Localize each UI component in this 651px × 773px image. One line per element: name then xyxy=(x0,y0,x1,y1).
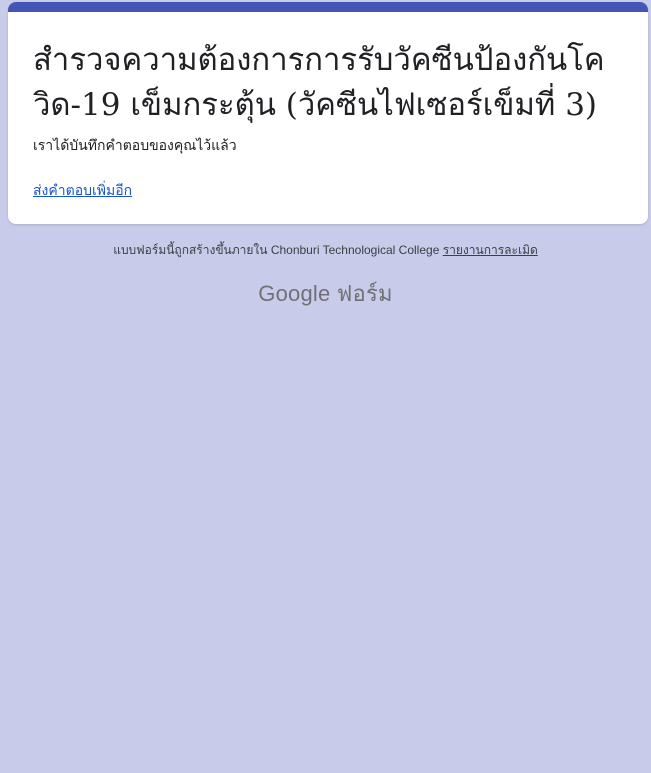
submit-another-response-link[interactable]: ส่งคำตอบเพิ่มอีก xyxy=(33,180,132,202)
card-accent-bar xyxy=(8,2,648,12)
brand-forms: ฟอร์ม xyxy=(336,281,393,306)
form-title: สำรวจความต้องการการรับวัคซีนป้องกันโควิด… xyxy=(33,42,605,123)
report-abuse-link[interactable]: รายงานการละเมิด xyxy=(443,243,538,257)
footer-note: แบบฟอร์มนี้ถูกสร้างขึ้นภายใน Chonburi Te… xyxy=(0,241,651,260)
brand-google: Google xyxy=(258,281,331,306)
confirmation-message: เราได้บันทึกคำตอบของคุณไว้แล้ว xyxy=(33,137,237,153)
google-forms-logo[interactable]: Google ฟอร์ม xyxy=(0,276,651,311)
response-card: สำรวจความต้องการการรับวัคซีนป้องกันโควิด… xyxy=(8,2,648,224)
created-in-text: แบบฟอร์มนี้ถูกสร้างขึ้นภายใน Chonburi Te… xyxy=(113,243,440,257)
